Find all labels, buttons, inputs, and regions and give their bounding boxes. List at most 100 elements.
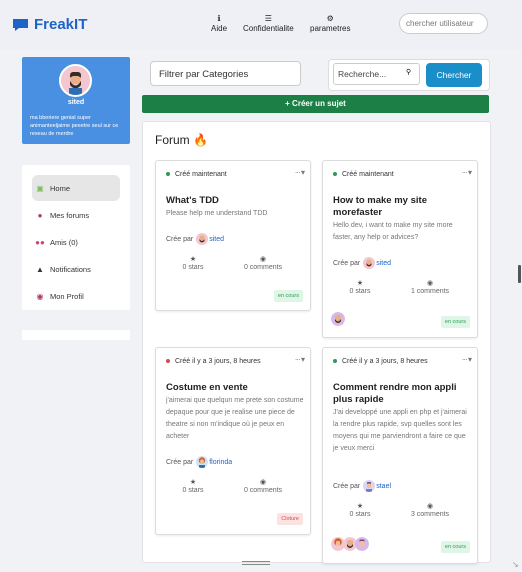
author-name-link[interactable]: florinda — [209, 459, 232, 466]
resize-handle[interactable] — [242, 561, 270, 565]
created-by-label: Crée par — [166, 458, 194, 466]
sidebar-item-label: Home — [50, 183, 71, 193]
participant-avatar[interactable] — [331, 312, 345, 326]
post-description: J'ai developpé une appli en php et j'aim… — [333, 409, 467, 452]
forum-title: Forum 🔥 — [155, 133, 208, 147]
stars-count: 0 stars — [349, 511, 371, 518]
post-title[interactable]: Comment rendre mon appli plus rapide — [333, 382, 469, 406]
participant-avatar[interactable] — [355, 537, 369, 551]
comments-stat: ◉ 0 comments — [233, 478, 293, 494]
author-avatar[interactable] — [196, 456, 209, 468]
user-search-input[interactable]: chercher utilisateur — [399, 13, 488, 34]
post-status: Créé maintenant — [333, 171, 394, 178]
post-description: Hello dev, i want to make my site more f… — [333, 222, 453, 241]
user-search-placeholder: chercher utilisateur — [406, 19, 474, 28]
status-dot-icon — [333, 172, 337, 177]
more-options-icon[interactable]: ··· ▾ — [462, 355, 472, 364]
sidebar-menu: ▣ Home ● Mes forums ●● Amis (0) ▲ Notifi… — [22, 165, 130, 310]
author-name-link[interactable]: sited — [209, 236, 224, 243]
nav-parametres[interactable]: ⚙ parametres — [310, 14, 350, 33]
resize-grip-icon[interactable]: ↘ — [512, 560, 519, 569]
bearded-man-avatar-icon — [61, 66, 90, 95]
app-logo[interactable]: FreakIT — [12, 16, 87, 33]
author-avatar[interactable] — [363, 257, 376, 269]
forum-post-card[interactable]: Créé maintenant ··· ▾ What's TDD Please … — [155, 160, 311, 311]
post-status: Créé il y a 3 jours, 8 heures — [166, 358, 261, 365]
scrollbar-thumb[interactable] — [518, 265, 521, 283]
comment-icon[interactable]: ◉ — [233, 478, 293, 487]
redhead-woman-avatar-icon — [196, 456, 209, 468]
status-badge: en cours — [273, 290, 303, 302]
forum-post-card[interactable]: Créé maintenant ··· ▾ How to make my sit… — [322, 160, 478, 338]
sidebar-item-mes-forums[interactable]: ● Mes forums — [32, 202, 120, 228]
create-topic-button[interactable]: + Créer un sujet — [142, 95, 489, 113]
post-title[interactable]: Costume en vente — [166, 382, 302, 394]
author-name-link[interactable]: sited — [376, 260, 391, 267]
comments-stat: ◉ 0 comments — [233, 255, 293, 271]
created-by-label: Crée par — [333, 482, 361, 490]
post-author: Crée par sited — [166, 233, 224, 245]
star-icon[interactable]: ★ — [163, 255, 223, 264]
author-avatar[interactable] — [196, 233, 209, 245]
comment-icon[interactable]: ◉ — [400, 279, 460, 288]
status-badge: en cours — [440, 316, 470, 328]
sidebar-item-mon-profil[interactable]: ◉ Mon Profil — [32, 283, 120, 309]
profile-bio: ma bberiere genial super animanteeljaime… — [30, 115, 119, 137]
post-description: j'aimerai que quelqun me prete son costu… — [166, 397, 304, 440]
search-button[interactable]: Chercher — [426, 63, 482, 87]
app-name: FreakIT — [34, 16, 88, 33]
more-options-icon[interactable]: ··· ▾ — [462, 168, 472, 177]
sidebar-footer-panel — [22, 330, 130, 340]
sidebar-item-home[interactable]: ▣ Home — [32, 175, 120, 201]
created-by-label: Crée par — [333, 259, 361, 267]
star-icon[interactable]: ★ — [330, 279, 390, 288]
home-icon: ▣ — [36, 183, 44, 193]
stars-count: 0 stars — [182, 264, 204, 271]
post-author: Crée par florinda — [166, 456, 232, 468]
chat-bubble-logo-icon — [13, 18, 28, 31]
search-icon[interactable]: ⚲ — [406, 68, 411, 76]
author-avatar[interactable] — [363, 480, 376, 492]
comments-stat: ◉ 3 comments — [400, 502, 460, 518]
comments-count: 1 comments — [410, 288, 450, 295]
nav-aide-label: Aide — [211, 24, 228, 33]
post-title[interactable]: What's TDD — [166, 195, 302, 207]
friends-icon: ●● — [35, 237, 45, 247]
chat-icon: ● — [37, 210, 43, 220]
more-options-icon[interactable]: ··· ▾ — [295, 168, 305, 177]
post-description: Please help me understand TDD — [166, 210, 268, 217]
participants-avatars — [331, 312, 345, 326]
bearded-man-avatar-icon — [331, 312, 345, 326]
post-title[interactable]: How to make my site morefaster — [333, 195, 469, 219]
status-dot-icon — [166, 172, 170, 177]
comment-icon[interactable]: ◉ — [233, 255, 293, 264]
nav-parametres-label: parametres — [310, 24, 351, 33]
status-badge: en cours — [440, 541, 470, 553]
status-dot-icon — [166, 359, 170, 364]
category-filter-input[interactable]: Filtrer par Categories — [150, 61, 301, 86]
comments-count: 3 comments — [410, 511, 450, 518]
post-status: Créé maintenant — [166, 171, 227, 178]
avatar[interactable] — [59, 64, 92, 97]
forum-post-card[interactable]: Créé il y a 3 jours, 8 heures ··· ▾ Cost… — [155, 347, 311, 535]
nav-aide[interactable]: ℹ Aide — [211, 14, 227, 33]
sidebar-item-notifications[interactable]: ▲ Notifications — [32, 256, 120, 282]
post-status-text: Créé il y a 3 jours, 8 heures — [175, 358, 261, 365]
sidebar-item-amis[interactable]: ●● Amis (0) — [32, 229, 120, 255]
man-avatar-icon — [355, 537, 369, 551]
stars-stat: ★ 0 stars — [330, 279, 390, 295]
status-dot-icon — [333, 359, 337, 364]
stars-stat: ★ 0 stars — [330, 502, 390, 518]
top-navbar: FreakIT ℹ Aide ☰ Confidentialite ⚙ param… — [0, 0, 522, 50]
nav-confidentialite[interactable]: ☰ Confidentialite — [243, 14, 294, 33]
more-options-icon[interactable]: ··· ▾ — [295, 355, 305, 364]
star-icon[interactable]: ★ — [163, 478, 223, 487]
comment-icon[interactable]: ◉ — [400, 502, 460, 511]
stars-count: 0 stars — [182, 487, 204, 494]
star-icon[interactable]: ★ — [330, 502, 390, 511]
forum-post-card[interactable]: Créé il y a 3 jours, 8 heures ··· ▾ Comm… — [322, 347, 478, 564]
author-name-link[interactable]: stael — [376, 483, 391, 490]
man-avatar-icon — [363, 480, 376, 492]
sidebar-item-label: Amis (0) — [50, 237, 78, 247]
stars-count: 0 stars — [349, 288, 371, 295]
